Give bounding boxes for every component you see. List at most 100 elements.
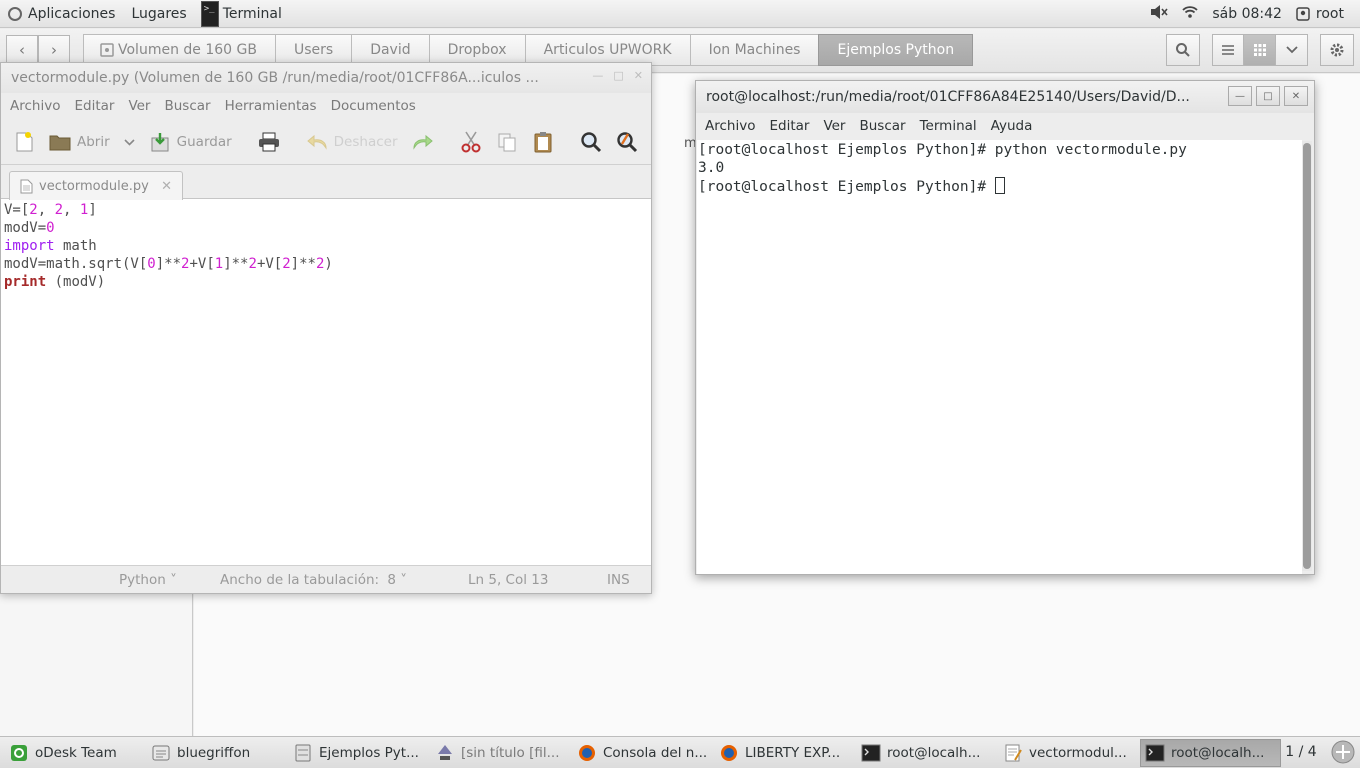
task-odesk[interactable]: oDesk Team xyxy=(4,739,145,767)
menu-ver[interactable]: Ver xyxy=(121,98,157,114)
document-tab-label: vectormodule.py xyxy=(39,178,149,194)
terminal-line: [root@localhost Ejemplos Python]# python… xyxy=(698,142,1187,158)
workspace-indicator[interactable]: 1 / 4 xyxy=(1279,740,1323,764)
menu-documentos[interactable]: Documentos xyxy=(324,98,423,114)
language-selector[interactable]: Python ˅ xyxy=(119,572,177,588)
terminal-titlebar[interactable]: root@localhost:/run/media/root/01CFF86A8… xyxy=(696,81,1314,113)
menu-herramientas[interactable]: Herramientas xyxy=(218,98,324,114)
applications-menu[interactable]: Aplicaciones xyxy=(0,0,123,28)
terminal-prompt-line: [root@localhost Ejemplos Python]# xyxy=(698,177,1301,195)
workspace-switcher-icon[interactable] xyxy=(1330,739,1356,765)
terminal-icon: >_ xyxy=(200,0,219,27)
tab-width-selector[interactable]: Ancho de la tabulación: 8 ˅ xyxy=(220,572,407,588)
task-terminal-2[interactable]: root@localh... xyxy=(1140,738,1281,767)
scrollbar-thumb[interactable] xyxy=(1303,143,1311,569)
code-editor[interactable]: V=[2, 2, 1] modV=0 import math modV=math… xyxy=(1,199,651,565)
path-ejemplos-python[interactable]: Ejemplos Python xyxy=(818,34,974,66)
copy-icon xyxy=(496,131,518,153)
new-document-button[interactable] xyxy=(13,131,35,153)
top-panel: Aplicaciones Lugares >_ Terminal sáb 08:… xyxy=(0,0,1360,28)
task-firefox-console[interactable]: Consola del n... xyxy=(572,739,713,767)
menu-editar[interactable]: Editar xyxy=(67,98,121,114)
list-icon xyxy=(1222,45,1234,55)
code-line: modV=math.sqrt(V[0]**2+V[1]**2+V[2]**2) xyxy=(4,256,333,272)
clock[interactable]: sáb 08:42 xyxy=(1212,6,1282,22)
text-editor-icon xyxy=(1003,743,1023,763)
grid-view-button[interactable] xyxy=(1243,34,1276,66)
minimize-icon[interactable]: — xyxy=(592,69,603,82)
search-button[interactable] xyxy=(1166,34,1200,66)
gedit-titlebar[interactable]: vectormodule.py (Volumen de 160 GB /run/… xyxy=(1,63,651,93)
undo-button[interactable]: Deshacer xyxy=(306,131,398,153)
menu-archivo[interactable]: Archivo xyxy=(3,98,67,114)
close-icon[interactable]: ✕ xyxy=(634,69,643,82)
copy-button[interactable] xyxy=(496,131,518,153)
menu-archivo[interactable]: Archivo xyxy=(698,118,762,134)
open-button[interactable]: Abrir xyxy=(49,131,135,153)
folder-icon xyxy=(49,131,71,153)
task-file-manager[interactable]: Ejemplos Pyt... xyxy=(288,739,429,767)
code-line: print (modV) xyxy=(4,274,106,290)
settings-button[interactable] xyxy=(1320,34,1354,66)
close-icon[interactable]: ✕ xyxy=(1284,86,1308,106)
active-app-menu[interactable]: >_ Terminal xyxy=(195,0,290,28)
forward-button[interactable]: › xyxy=(38,35,70,65)
magnifier-icon xyxy=(580,131,602,153)
path-ion-machines[interactable]: Ion Machines xyxy=(689,34,820,66)
list-view-button[interactable] xyxy=(1212,34,1244,66)
taskbar: oDesk Team bluegriffon Ejemplos Pyt... [… xyxy=(0,736,1360,768)
terminal-window: root@localhost:/run/media/root/01CFF86A8… xyxy=(695,80,1315,575)
task-untitled[interactable]: [sin título [fil... xyxy=(430,739,571,767)
view-options-button[interactable] xyxy=(1275,34,1308,66)
gedit-title: vectormodule.py (Volumen de 160 GB /run/… xyxy=(11,70,539,86)
drive-icon xyxy=(100,43,114,57)
text-cursor xyxy=(994,177,1005,194)
gedit-statusbar: Python ˅ Ancho de la tabulación: 8 ˅ Ln … xyxy=(1,565,651,593)
wifi-icon[interactable] xyxy=(1182,5,1198,23)
menu-editar[interactable]: Editar xyxy=(762,118,816,134)
menu-ver[interactable]: Ver xyxy=(816,118,852,134)
menu-terminal[interactable]: Terminal xyxy=(913,118,984,134)
menu-buscar[interactable]: Buscar xyxy=(157,98,217,114)
terminal-output[interactable]: [root@localhost Ejemplos Python]# python… xyxy=(697,140,1302,574)
menu-buscar[interactable]: Buscar xyxy=(852,118,912,134)
save-icon xyxy=(149,131,171,153)
chevron-down-icon[interactable] xyxy=(124,134,135,150)
find-button[interactable] xyxy=(580,131,602,153)
save-label: Guardar xyxy=(176,133,232,150)
chevron-down-icon: ˅ xyxy=(400,572,407,588)
find-replace-button[interactable] xyxy=(616,131,638,153)
maximize-icon[interactable]: □ xyxy=(1256,86,1280,106)
user-icon xyxy=(1296,7,1310,21)
terminal-scrollbar[interactable] xyxy=(1302,141,1312,571)
chevron-right-icon: › xyxy=(51,41,57,59)
menu-ayuda[interactable]: Ayuda xyxy=(984,118,1040,134)
inkscape-icon xyxy=(435,743,455,763)
document-tab[interactable]: vectormodule.py ✕ xyxy=(9,171,183,200)
task-bluegriffon[interactable]: bluegriffon xyxy=(146,739,287,767)
task-gedit[interactable]: vectormodul... xyxy=(998,739,1139,767)
chevron-down-icon: ˅ xyxy=(170,572,177,588)
paste-button[interactable] xyxy=(532,131,554,153)
back-button[interactable]: ‹ xyxy=(6,35,38,65)
new-document-icon xyxy=(13,131,35,153)
gedit-window: vectormodule.py (Volumen de 160 GB /run/… xyxy=(0,62,652,594)
maximize-icon[interactable]: □ xyxy=(613,69,623,82)
volume-muted-icon[interactable] xyxy=(1150,4,1168,24)
tab-close-icon[interactable]: ✕ xyxy=(161,179,172,194)
firefox-icon xyxy=(719,743,739,763)
gedit-menubar: Archivo Editar Ver Buscar Herramientas D… xyxy=(1,93,651,119)
print-button[interactable] xyxy=(258,131,280,153)
gear-icon xyxy=(1330,43,1344,57)
cut-button[interactable] xyxy=(460,131,482,153)
save-button[interactable]: Guardar xyxy=(149,131,232,153)
places-menu[interactable]: Lugares xyxy=(123,0,194,28)
task-firefox-liberty[interactable]: LIBERTY EXP... xyxy=(714,739,855,767)
minimize-icon[interactable]: — xyxy=(1228,86,1252,106)
redo-icon xyxy=(412,131,434,153)
file-cabinet-icon xyxy=(293,743,313,763)
task-terminal-1[interactable]: root@localh... xyxy=(856,739,997,767)
applications-label: Aplicaciones xyxy=(28,5,116,22)
redo-button[interactable] xyxy=(412,131,434,153)
user-menu[interactable]: root xyxy=(1296,6,1344,22)
